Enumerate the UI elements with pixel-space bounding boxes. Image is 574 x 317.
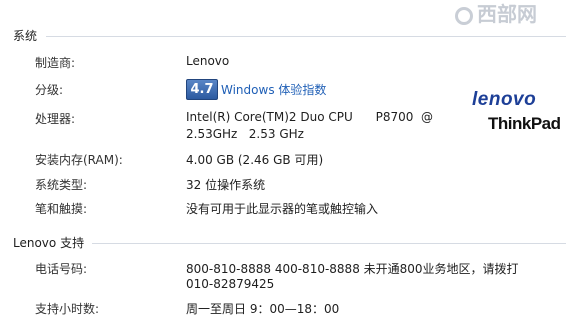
watermark-text: 西部网 bbox=[477, 2, 537, 26]
rating-label: 分级: bbox=[35, 83, 64, 97]
section-divider bbox=[46, 36, 566, 37]
lenovo-logo: lenovo bbox=[472, 89, 537, 110]
processor-value-line2: 2.53GHz 2.53 GHz bbox=[186, 127, 304, 141]
phone-value-line1: 800-810-8888 400-810-8888 未开通800业务地区，请拨打 bbox=[186, 262, 519, 276]
memory-value: 4.00 GB (2.46 GB 可用) bbox=[186, 153, 324, 167]
pen-touch-label: 笔和触摸: bbox=[35, 202, 88, 216]
processor-label: 处理器: bbox=[35, 112, 76, 126]
hours-value: 周一至周日 9：00—18：00 bbox=[186, 302, 340, 316]
experience-index-link[interactable]: Windows 体验指数 bbox=[221, 81, 326, 98]
memory-label: 安装内存(RAM): bbox=[35, 153, 123, 167]
system-type-label: 系统类型: bbox=[35, 178, 88, 192]
system-type-value: 32 位操作系统 bbox=[186, 178, 266, 192]
section-title-support: Lenovo 支持 bbox=[13, 236, 85, 250]
manufacturer-label: 制造商: bbox=[35, 56, 76, 70]
experience-index-badge[interactable]: 4.7 bbox=[186, 79, 218, 100]
section-divider bbox=[92, 243, 566, 244]
watermark-circle-icon bbox=[455, 6, 473, 25]
thinkpad-logo: ThinkPad bbox=[488, 114, 561, 133]
phone-label: 电话号码: bbox=[35, 262, 88, 276]
watermark: 西部网 bbox=[455, 0, 574, 28]
manufacturer-value: Lenovo bbox=[186, 54, 230, 68]
pen-touch-value: 没有可用于此显示器的笔或触控输入 bbox=[186, 202, 379, 216]
hours-label: 支持小时数: bbox=[35, 302, 100, 316]
phone-value-line2: 010-82879425 bbox=[186, 277, 275, 291]
section-title-system: 系统 bbox=[13, 29, 38, 43]
processor-value-line1: Intel(R) Core(TM)2 Duo CPU P8700 @ bbox=[186, 110, 434, 124]
